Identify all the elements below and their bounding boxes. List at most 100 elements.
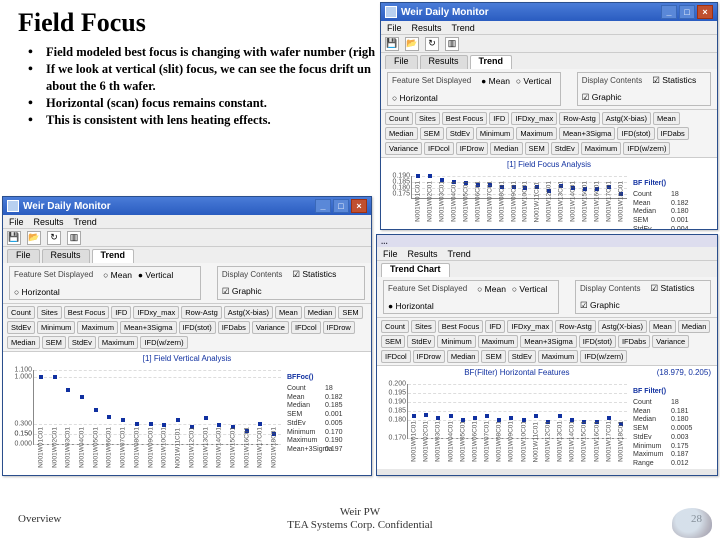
metric-button[interactable]: Best Focus <box>438 320 484 333</box>
metric-button[interactable]: IFDxy_max <box>133 306 179 319</box>
metric-button[interactable]: IFDrow <box>323 321 355 334</box>
metric-button[interactable]: Mean+3Sigma <box>120 321 177 334</box>
metric-button[interactable]: Astg(X-bias) <box>602 112 651 125</box>
metric-button[interactable]: IFDabs <box>657 127 689 140</box>
tab-trend[interactable]: Trend <box>92 249 135 263</box>
metric-button[interactable]: Maximum <box>77 321 118 334</box>
metric-button[interactable]: Maximum <box>538 350 579 363</box>
radio-horizontal[interactable]: Horizontal <box>388 301 434 311</box>
metric-button[interactable]: StdEv <box>407 335 435 348</box>
metric-button[interactable]: IFDrow <box>413 350 445 363</box>
metric-button[interactable]: Minimum <box>437 335 475 348</box>
chart-icon[interactable]: ▥ <box>445 37 459 51</box>
metric-button[interactable]: Astg(X-bias) <box>224 306 273 319</box>
check-graphic[interactable]: Graphic <box>222 286 262 297</box>
metric-button[interactable]: IFDabs <box>218 321 250 334</box>
metric-button[interactable]: IFD(w/zern) <box>623 142 670 155</box>
metric-button[interactable]: Sites <box>37 306 62 319</box>
metric-button[interactable]: Median <box>304 306 337 319</box>
metric-button[interactable]: Row-Astg <box>555 320 596 333</box>
metric-button[interactable]: Minimum <box>476 127 514 140</box>
metric-button[interactable]: Maximum <box>478 335 519 348</box>
metric-button[interactable]: IFD(stot) <box>579 335 616 348</box>
tab-file[interactable]: File <box>385 55 418 69</box>
metric-button[interactable]: IFDcol <box>381 350 411 363</box>
menu-results[interactable]: Results <box>34 217 64 227</box>
metric-button[interactable]: Best Focus <box>64 306 110 319</box>
metric-button[interactable]: StdEv <box>7 321 35 334</box>
metric-button[interactable]: Maximum <box>516 127 557 140</box>
metric-button[interactable]: SEM <box>481 350 505 363</box>
titlebar[interactable]: Weir Daily Monitor _ □ × <box>3 197 371 215</box>
metric-button[interactable]: StdEv <box>446 127 474 140</box>
metric-button[interactable]: Sites <box>415 112 440 125</box>
check-statistics[interactable]: Statistics <box>292 269 336 280</box>
close-button[interactable]: × <box>697 5 713 19</box>
metric-button[interactable]: SEM <box>381 335 405 348</box>
menu-trend[interactable]: Trend <box>74 217 97 227</box>
metric-button[interactable]: Median <box>7 336 40 349</box>
tab-results[interactable]: Results <box>420 55 468 69</box>
metric-button[interactable]: SEM <box>338 306 362 319</box>
metric-button[interactable]: Variance <box>252 321 289 334</box>
metric-button[interactable]: StdEv <box>551 142 579 155</box>
metric-button[interactable]: Count <box>385 112 413 125</box>
refresh-icon[interactable]: ↻ <box>425 37 439 51</box>
metric-button[interactable]: Mean <box>275 306 302 319</box>
radio-mean[interactable]: Mean <box>477 284 506 294</box>
metric-button[interactable]: IFD <box>489 112 509 125</box>
menu-file[interactable]: File <box>383 249 398 259</box>
metric-button[interactable]: IFDcol <box>424 142 454 155</box>
metric-button[interactable]: IFDxy_max <box>511 112 557 125</box>
check-graphic[interactable]: Graphic <box>582 92 622 103</box>
menu-trend[interactable]: Trend <box>448 249 471 259</box>
metric-button[interactable]: SEM <box>42 336 66 349</box>
metric-button[interactable]: Mean+3Sigma <box>559 127 616 140</box>
metric-button[interactable]: IFD(w/zern) <box>140 336 187 349</box>
metric-button[interactable]: SEM <box>420 127 444 140</box>
metric-button[interactable]: IFDxy_max <box>507 320 553 333</box>
tab-results[interactable]: Results <box>42 249 90 263</box>
chart-icon[interactable]: ▥ <box>67 231 81 245</box>
open-icon[interactable]: 📂 <box>27 231 41 245</box>
tab-trend[interactable]: Trend <box>470 55 513 69</box>
titlebar[interactable]: ... <box>377 235 717 247</box>
metric-button[interactable]: StdEv <box>508 350 536 363</box>
metric-button[interactable]: Count <box>7 306 35 319</box>
metric-button[interactable]: Row-Astg <box>559 112 600 125</box>
metric-button[interactable]: Maximum <box>581 142 622 155</box>
radio-horizontal[interactable]: Horizontal <box>392 93 438 103</box>
metric-button[interactable]: Minimum <box>37 321 75 334</box>
menu-results[interactable]: Results <box>412 23 442 33</box>
minimize-button[interactable]: _ <box>661 5 677 19</box>
metric-button[interactable]: IFD <box>485 320 505 333</box>
metric-button[interactable]: Best Focus <box>442 112 488 125</box>
metric-button[interactable]: IFDrow <box>456 142 488 155</box>
metric-button[interactable]: IFDcol <box>291 321 321 334</box>
close-button[interactable]: × <box>351 199 367 213</box>
minimize-button[interactable]: _ <box>315 199 331 213</box>
save-icon[interactable]: 💾 <box>7 231 21 245</box>
refresh-icon[interactable]: ↻ <box>47 231 61 245</box>
check-graphic[interactable]: Graphic <box>580 300 620 311</box>
radio-vertical[interactable]: Vertical <box>516 76 551 86</box>
radio-mean[interactable]: Mean <box>481 76 510 86</box>
metric-button[interactable]: Mean <box>653 112 680 125</box>
maximize-button[interactable]: □ <box>679 5 695 19</box>
menu-results[interactable]: Results <box>408 249 438 259</box>
metric-button[interactable]: Maximum <box>98 336 139 349</box>
metric-button[interactable]: StdEv <box>68 336 96 349</box>
metric-button[interactable]: SEM <box>525 142 549 155</box>
tab-file[interactable]: File <box>7 249 40 263</box>
radio-vertical[interactable]: Vertical <box>138 270 173 280</box>
metric-button[interactable]: Count <box>381 320 409 333</box>
radio-horizontal[interactable]: Horizontal <box>14 287 60 297</box>
metric-button[interactable]: Median <box>385 127 418 140</box>
maximize-button[interactable]: □ <box>333 199 349 213</box>
metric-button[interactable]: Mean <box>649 320 676 333</box>
metric-button[interactable]: Median <box>490 142 523 155</box>
metric-button[interactable]: IFDabs <box>618 335 650 348</box>
metric-button[interactable]: Median <box>678 320 711 333</box>
check-statistics[interactable]: Statistics <box>652 75 696 86</box>
metric-button[interactable]: IFD(w/zern) <box>580 350 627 363</box>
